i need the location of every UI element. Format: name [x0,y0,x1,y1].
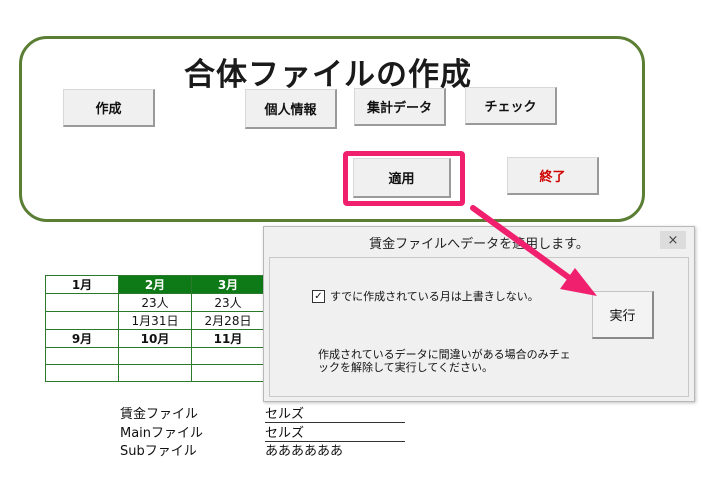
pointer-arrow-icon [470,205,597,296]
